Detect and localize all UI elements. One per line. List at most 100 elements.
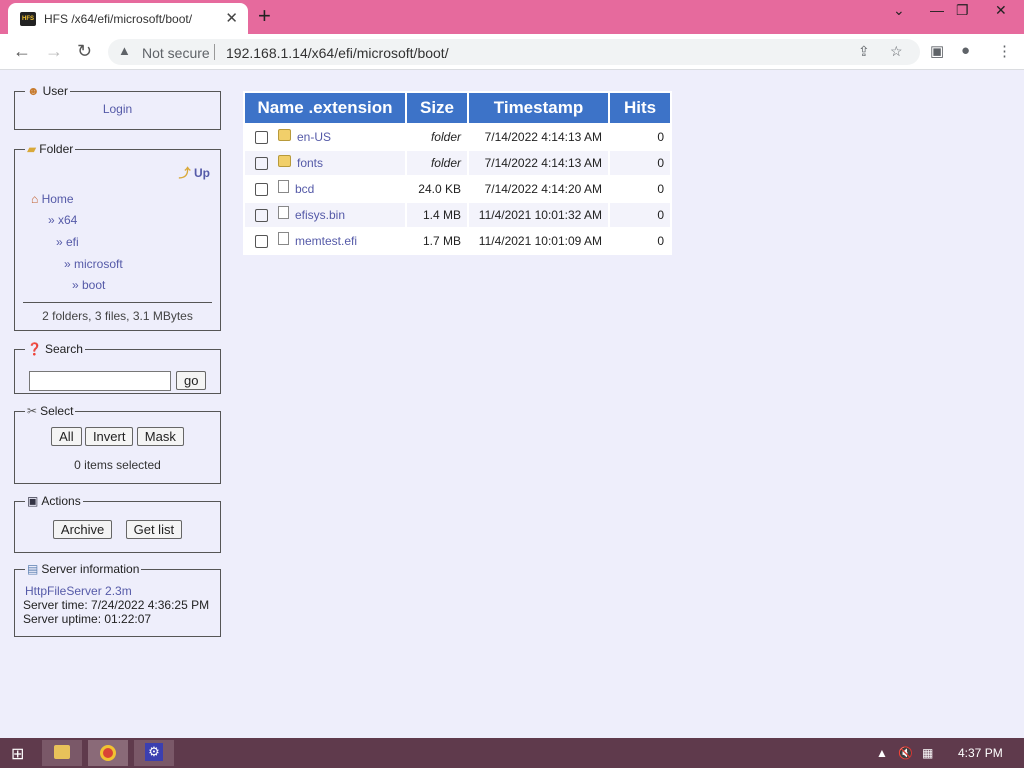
bookmark-star-icon[interactable]: ☆ — [890, 43, 903, 60]
breadcrumb-boot[interactable]: » boot — [72, 278, 105, 292]
server-icon: ▤ — [27, 562, 39, 576]
network-icon[interactable]: ▦ — [922, 746, 933, 760]
minimize-icon[interactable]: — — [930, 2, 944, 18]
chrome-icon — [100, 745, 116, 761]
tab-title: HFS /x64/efi/microsoft/boot/ — [44, 12, 193, 26]
omnibox-divider — [214, 44, 215, 60]
select-panel-legend: ✂ Select — [25, 404, 75, 418]
file-name-link[interactable]: en-US — [297, 130, 331, 144]
file-name-link[interactable]: fonts — [297, 156, 323, 170]
file-explorer-taskbar-button[interactable] — [42, 740, 82, 766]
tray-chevron-icon[interactable]: ▲ — [876, 746, 888, 760]
address-bar[interactable]: ▲ Not secure 192.168.1.14/x64/efi/micros… — [108, 39, 920, 65]
file-hits: 0 — [610, 125, 670, 149]
server-time: Server time: 7/24/2022 4:36:25 PM — [23, 598, 210, 612]
file-name-link[interactable]: memtest.efi — [295, 234, 357, 248]
table-row: efisys.bin 1.4 MB 11/4/2021 10:01:32 AM … — [245, 203, 670, 227]
taskbar-clock[interactable]: 4:37 PM — [958, 746, 1003, 760]
file-timestamp: 7/14/2022 4:14:13 AM — [469, 125, 608, 149]
mask-button[interactable]: Mask — [136, 427, 184, 446]
file-name-link[interactable]: bcd — [295, 182, 314, 196]
folder-open-icon: ▰ — [27, 142, 37, 156]
gear-icon: ⚙ — [145, 743, 163, 761]
row-checkbox[interactable] — [255, 131, 268, 145]
table-row: en-US folder 7/14/2022 4:14:13 AM 0 — [245, 125, 670, 149]
column-header-name[interactable]: Name .extension — [245, 93, 405, 123]
search-input[interactable] — [29, 371, 171, 391]
invert-selection-button[interactable]: Invert — [84, 427, 134, 446]
profile-avatar-icon[interactable]: ● — [961, 42, 970, 59]
tab-close-icon[interactable]: ✕ — [225, 9, 238, 27]
row-checkbox[interactable] — [255, 183, 268, 197]
close-window-icon[interactable]: ✕ — [995, 2, 1007, 19]
login-link[interactable]: Login — [103, 102, 132, 116]
select-all-button[interactable]: All — [51, 427, 82, 446]
menu-kebab-icon[interactable]: ⋮ — [997, 42, 1012, 60]
breadcrumb-home[interactable]: Home — [42, 192, 74, 206]
file-timestamp: 7/14/2022 4:14:20 AM — [469, 177, 608, 201]
actions-panel: ▣ Actions Archive Get list — [14, 494, 221, 553]
file-icon — [278, 180, 289, 194]
archive-button[interactable]: Archive — [52, 520, 113, 539]
search-go-button[interactable]: go — [176, 371, 207, 390]
row-checkbox[interactable] — [255, 157, 268, 171]
volume-muted-icon[interactable]: 🔇 — [898, 746, 913, 760]
reload-icon[interactable]: ↻ — [77, 41, 92, 62]
file-size: folder — [407, 125, 467, 149]
selection-status: 0 items selected — [74, 458, 161, 472]
file-icon — [278, 232, 289, 246]
browser-tab[interactable]: HFS HFS /x64/efi/microsoft/boot/ ✕ — [8, 3, 248, 34]
search-panel: ❓ Search go — [14, 342, 221, 394]
breadcrumb-microsoft[interactable]: » microsoft — [64, 257, 123, 271]
share-icon[interactable]: ⇪ — [858, 43, 870, 60]
windows-start-icon[interactable]: ⊞ — [11, 744, 24, 764]
settings-taskbar-button[interactable]: ⚙ — [134, 740, 174, 766]
row-checkbox[interactable] — [255, 209, 268, 223]
file-size: 1.4 MB — [407, 203, 467, 227]
file-timestamp: 7/14/2022 4:14:13 AM — [469, 151, 608, 175]
column-header-hits[interactable]: Hits — [610, 93, 670, 123]
breadcrumb-efi[interactable]: » efi — [56, 235, 79, 249]
hfs-version-link[interactable]: HttpFileServer 2.3m — [25, 584, 132, 598]
folder-summary: 2 folders, 3 files, 3.1 MBytes — [42, 309, 193, 323]
actions-panel-legend: ▣ Actions — [25, 494, 83, 508]
restore-icon[interactable]: ❐ — [956, 2, 969, 19]
table-row: memtest.efi 1.7 MB 11/4/2021 10:01:09 AM… — [245, 229, 670, 253]
file-timestamp: 11/4/2021 10:01:09 AM — [469, 229, 608, 253]
warning-icon[interactable]: ▲ — [118, 43, 131, 58]
new-tab-icon[interactable]: + — [258, 3, 271, 29]
file-hits: 0 — [610, 203, 670, 227]
forward-icon[interactable]: → — [45, 41, 63, 62]
user-panel: ☻ User Login — [14, 84, 221, 130]
column-header-size[interactable]: Size — [407, 93, 467, 123]
user-panel-legend: ☻ User — [25, 84, 70, 98]
tab-search-chevron-icon[interactable]: ⌄ — [893, 2, 905, 19]
url-text[interactable]: 192.168.1.14/x64/efi/microsoft/boot/ — [226, 45, 449, 61]
file-list-table: Name .extension Size Timestamp Hits en-U… — [243, 91, 672, 255]
folder-icon — [278, 154, 291, 167]
up-link[interactable]: Up — [194, 166, 210, 180]
user-panel-title: User — [42, 84, 68, 98]
column-header-timestamp[interactable]: Timestamp — [469, 93, 608, 123]
server-uptime: Server uptime: 01:22:07 — [23, 612, 152, 626]
file-hits: 0 — [610, 177, 670, 201]
security-label[interactable]: Not secure — [142, 45, 210, 61]
file-name-link[interactable]: efisys.bin — [295, 208, 345, 222]
get-list-button[interactable]: Get list — [125, 520, 183, 539]
folder-icon — [278, 128, 291, 141]
chrome-taskbar-button[interactable] — [88, 740, 128, 766]
file-size: folder — [407, 151, 467, 175]
taskbar: ⊞ ⚙ ▲ 🔇 ▦ 4:37 PM — [0, 738, 1024, 768]
back-icon[interactable]: ← — [13, 41, 31, 62]
up-arrow-icon[interactable]: ⤴ — [179, 166, 191, 180]
folder-divider — [23, 302, 212, 303]
breadcrumb-x64[interactable]: » x64 — [48, 213, 77, 227]
folder-panel-legend: ▰ Folder — [25, 142, 75, 156]
file-hits: 0 — [610, 151, 670, 175]
row-checkbox[interactable] — [255, 235, 268, 249]
side-panel-icon[interactable]: ▣ — [930, 42, 944, 60]
browser-toolbar: ← → ↻ ▲ Not secure 192.168.1.14/x64/efi/… — [0, 34, 1024, 70]
file-size: 24.0 KB — [407, 177, 467, 201]
actions-panel-title: Actions — [41, 494, 81, 508]
folder-panel: ▰ Folder ⤴ Up ⌂ Home » x64 » efi » micros… — [14, 142, 221, 331]
